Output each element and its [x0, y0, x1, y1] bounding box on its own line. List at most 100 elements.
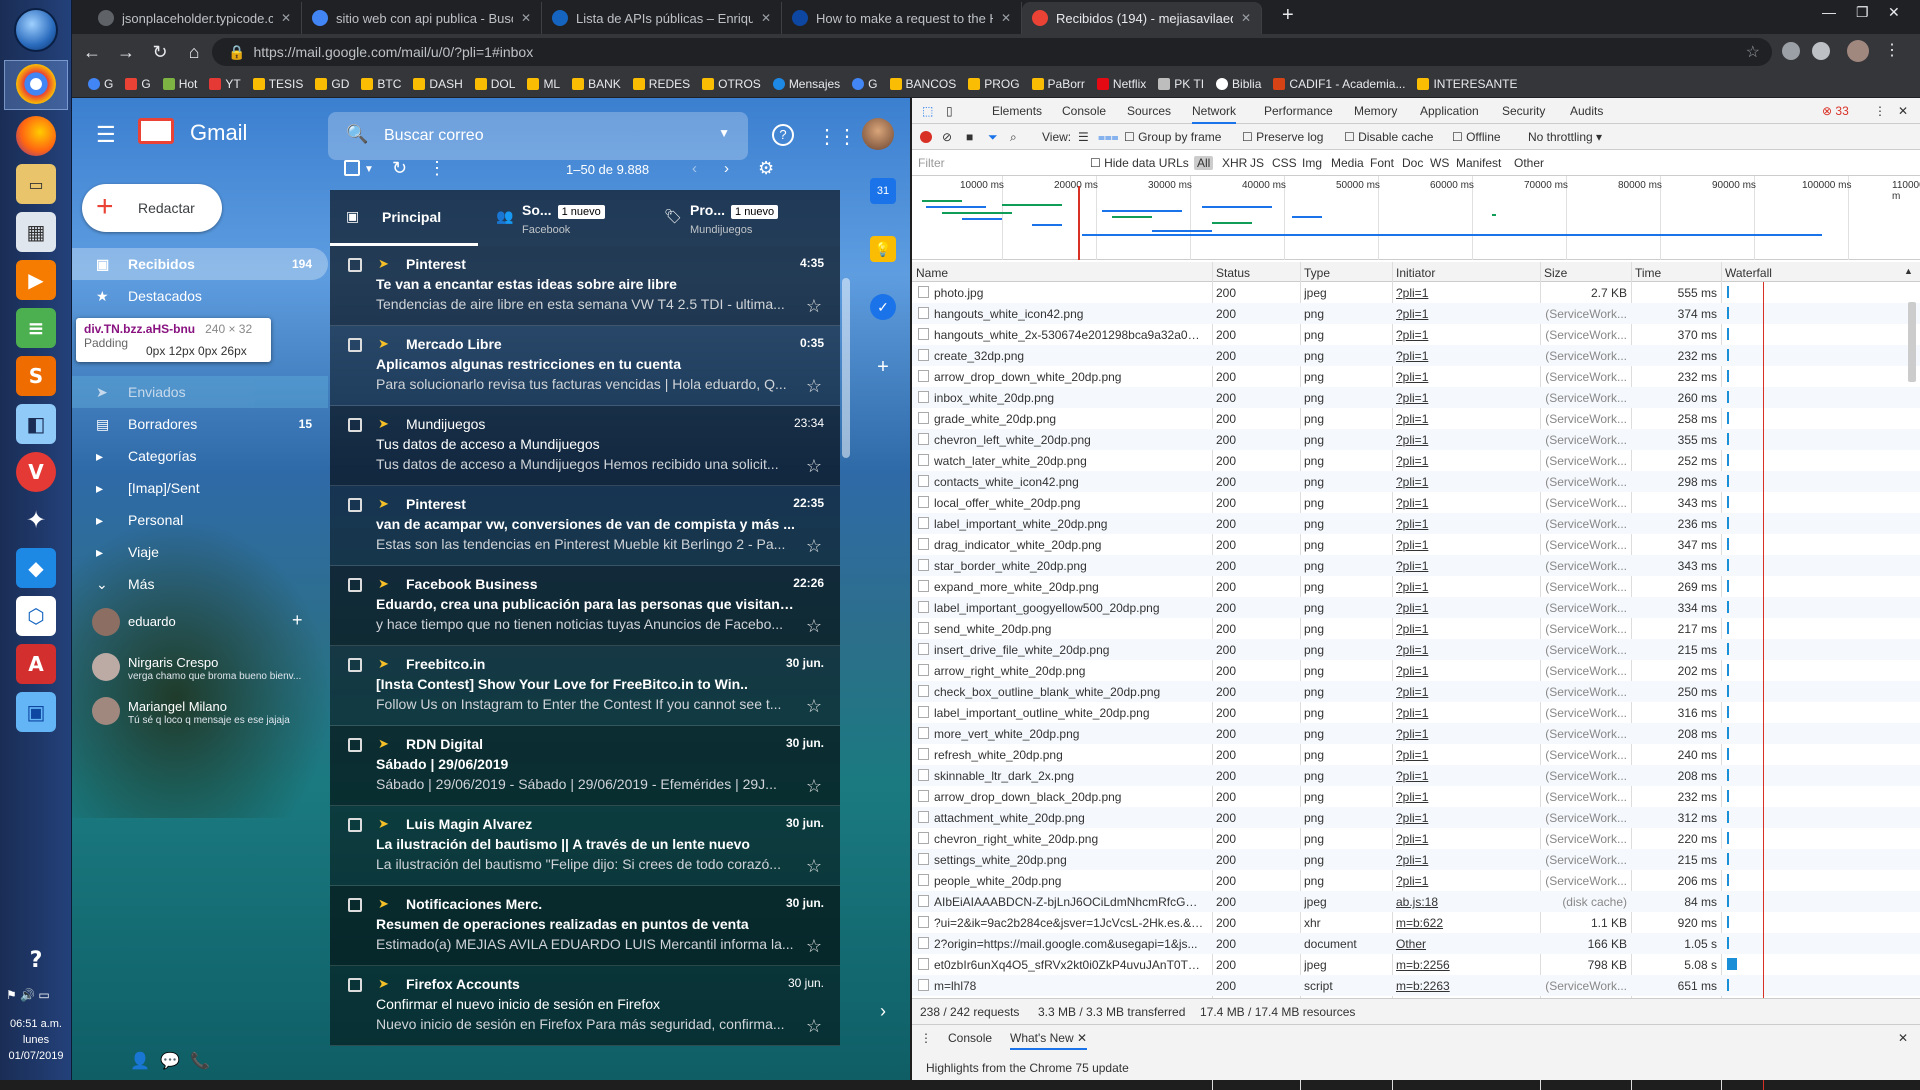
- request-initiator[interactable]: ?pli=1: [1396, 496, 1536, 510]
- bookmark-folder[interactable]: INTERESANTE: [1417, 77, 1517, 91]
- important-marker-icon[interactable]: ➤: [378, 816, 389, 832]
- network-request-row[interactable]: label_important_googyellow500_20dp.png 20…: [912, 597, 1920, 618]
- bookmark-folder[interactable]: BANCOS: [889, 77, 956, 91]
- tab-performance[interactable]: Performance: [1264, 104, 1333, 118]
- network-request-row[interactable]: label_important_white_20dp.png 200 png ?pli…: [912, 513, 1920, 534]
- filter-type-other[interactable]: Other: [1514, 156, 1544, 170]
- filter-type-all[interactable]: All: [1194, 156, 1214, 170]
- bookmark-folder[interactable]: PaBorr: [1031, 77, 1085, 91]
- preserve-log-checkbox[interactable]: ☐ Preserve log: [1242, 130, 1323, 144]
- network-request-row[interactable]: expand_more_white_20dp.png 200 png ?pli=1 (S…: [912, 576, 1920, 597]
- network-request-row[interactable]: arrow_right_white_20dp.png 200 png ?pli=1 (S…: [912, 660, 1920, 681]
- tab-network[interactable]: Network: [1192, 104, 1237, 124]
- nav-categories[interactable]: ▸ Categorías: [72, 440, 328, 472]
- important-marker-icon[interactable]: ➤: [378, 656, 389, 672]
- folder-icon[interactable]: ▭: [16, 164, 56, 204]
- request-initiator[interactable]: ?pli=1: [1396, 748, 1536, 762]
- account-avatar[interactable]: [862, 118, 894, 150]
- network-request-row[interactable]: people_white_20dp.png 200 png ?pli=1 (Servic…: [912, 870, 1920, 891]
- nav-imap-sent[interactable]: ▸ [Imap]/Sent: [72, 472, 328, 504]
- refresh-icon[interactable]: ↻: [392, 158, 407, 179]
- extension-icon[interactable]: [1812, 42, 1830, 60]
- sort-arrow-icon[interactable]: ▲: [1904, 266, 1913, 276]
- network-request-row[interactable]: star_border_white_20dp.png 200 png ?pli=1 (S…: [912, 555, 1920, 576]
- request-initiator[interactable]: m=b:2263: [1396, 979, 1536, 993]
- close-tab-icon[interactable]: ✕: [521, 11, 531, 25]
- column-waterfall[interactable]: Waterfall: [1725, 266, 1772, 280]
- network-request-row[interactable]: settings_white_20dp.png 200 png ?pli=1 (Serv…: [912, 849, 1920, 870]
- bookmark[interactable]: G: [125, 77, 151, 91]
- email-row[interactable]: ➤ Pinterest 22:35 van de acampar vw, conver…: [330, 486, 840, 566]
- bookmark-folder[interactable]: OTROS: [702, 77, 761, 91]
- request-initiator[interactable]: ?pli=1: [1396, 538, 1536, 552]
- bookmark[interactable]: Mensajes: [772, 77, 840, 91]
- request-initiator[interactable]: ?pli=1: [1396, 454, 1536, 468]
- filter-type-js[interactable]: JS: [1250, 156, 1264, 170]
- hide-data-urls-checkbox[interactable]: ☐ Hide data URLs: [1090, 156, 1189, 170]
- important-marker-icon[interactable]: ➤: [378, 256, 389, 272]
- bookmark[interactable]: Netflix: [1096, 77, 1146, 91]
- compose-button[interactable]: + Redactar: [82, 184, 222, 232]
- bookmark[interactable]: G: [88, 77, 113, 91]
- email-row[interactable]: ➤ Mercado Libre 0:35 Aplicamos algunas rest…: [330, 326, 840, 406]
- email-row[interactable]: ➤ Freebitco.in 30 jun. [Insta Contest] Show…: [330, 646, 840, 726]
- screenshot-icon[interactable]: ■: [966, 130, 973, 144]
- drawer-tab-console[interactable]: Console: [948, 1031, 992, 1045]
- settings-icon[interactable]: ⚙: [758, 158, 774, 179]
- network-request-row[interactable]: hangouts_white_2x-530674e201298bca9a32a0…: [912, 324, 1920, 345]
- main-menu-icon[interactable]: ☰: [96, 122, 116, 148]
- filter-type-ws[interactable]: WS: [1430, 156, 1449, 170]
- bookmark[interactable]: Biblia: [1216, 77, 1261, 91]
- nav-drafts[interactable]: ▤ Borradores 15: [72, 408, 328, 440]
- browser-tab-3[interactable]: Lista de APIs públicas – Enrique ✕: [542, 2, 782, 34]
- row-checkbox[interactable]: [348, 978, 362, 992]
- star-icon[interactable]: ☆: [806, 856, 822, 877]
- email-row[interactable]: ➤ Firefox Accounts 30 jun. Confirmar el nue…: [330, 966, 840, 1046]
- sublime-text-icon[interactable]: S: [16, 356, 56, 396]
- important-marker-icon[interactable]: ➤: [378, 976, 389, 992]
- hangouts-icon[interactable]: 💬: [160, 1051, 180, 1071]
- request-initiator[interactable]: ?pli=1: [1396, 769, 1536, 783]
- list-view-icon[interactable]: ☰: [1078, 130, 1089, 144]
- network-request-row[interactable]: m=lhl78 200 script m=b:2263 (ServiceWork... 6…: [912, 975, 1920, 996]
- error-count[interactable]: ⊗ 33: [1822, 104, 1849, 118]
- request-initiator[interactable]: ?pli=1: [1396, 412, 1536, 426]
- request-initiator[interactable]: ?pli=1: [1396, 664, 1536, 678]
- inspect-element-icon[interactable]: ⬚: [922, 104, 933, 118]
- phone-icon[interactable]: 📞: [190, 1051, 210, 1071]
- network-request-row[interactable]: label_important_outline_white_20dp.png 20…: [912, 702, 1920, 723]
- chrome-icon[interactable]: [16, 64, 56, 104]
- acrobat-icon[interactable]: A: [16, 644, 56, 684]
- add-addon-icon[interactable]: +: [870, 354, 896, 380]
- request-initiator[interactable]: ?pli=1: [1396, 832, 1536, 846]
- request-initiator[interactable]: ?pli=1: [1396, 706, 1536, 720]
- network-request-row[interactable]: skinnable_ltr_dark_2x.png 200 png ?pli=1 (Se…: [912, 765, 1920, 786]
- cube-app-icon[interactable]: ⬡: [16, 596, 56, 636]
- calendar-icon[interactable]: 31: [870, 178, 896, 204]
- contacts-icon[interactable]: 👤: [130, 1051, 150, 1071]
- request-initiator[interactable]: ?pli=1: [1396, 811, 1536, 825]
- column-size[interactable]: Size: [1544, 266, 1567, 280]
- row-checkbox[interactable]: [348, 338, 362, 352]
- filter-type-doc[interactable]: Doc: [1402, 156, 1423, 170]
- bookmark[interactable]: YT: [209, 77, 241, 91]
- email-row[interactable]: ➤ Pinterest 4:35 Te van a encantar estas id…: [330, 246, 840, 326]
- column-status[interactable]: Status: [1216, 266, 1250, 280]
- network-request-row[interactable]: inbox_white_20dp.png 200 png ?pli=1 (Service…: [912, 387, 1920, 408]
- browser-tab-4[interactable]: How to make a request to the HT ✕: [782, 2, 1022, 34]
- browser-tab-2[interactable]: sitio web con api publica - Busca ✕: [302, 2, 542, 34]
- request-initiator[interactable]: ab.js:18: [1396, 895, 1536, 909]
- bookmark-folder[interactable]: PROG: [968, 77, 1020, 91]
- nav-personal[interactable]: ▸ Personal: [72, 504, 328, 536]
- close-window-icon[interactable]: ✕: [1888, 4, 1900, 21]
- nav-more[interactable]: ⌄ Más: [72, 568, 328, 600]
- filter-type-xhr[interactable]: XHR: [1222, 156, 1247, 170]
- next-page-icon[interactable]: ›: [724, 160, 729, 177]
- network-request-row[interactable]: et0zbIr6unXq4O5_sfRVx2kt0i0ZkP4uvuJAnT0T…: [912, 954, 1920, 975]
- more-options-icon[interactable]: ⋮: [428, 158, 446, 179]
- bookmark[interactable]: PK TI: [1158, 77, 1204, 91]
- row-checkbox[interactable]: [348, 658, 362, 672]
- offline-checkbox[interactable]: ☐ Offline: [1452, 130, 1501, 144]
- request-initiator[interactable]: ?pli=1: [1396, 853, 1536, 867]
- tab-sources[interactable]: Sources: [1127, 104, 1171, 118]
